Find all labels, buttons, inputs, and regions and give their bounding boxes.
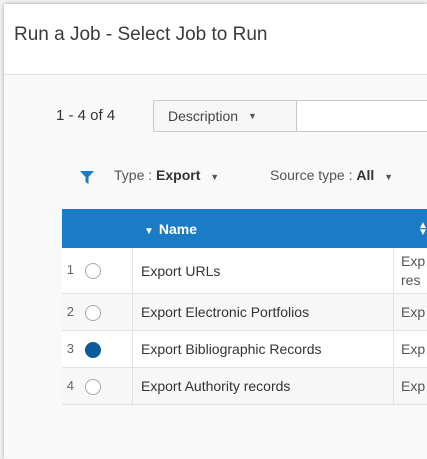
search-field-dropdown[interactable]: Description ▼ xyxy=(153,100,297,132)
row-number: 3 xyxy=(66,341,74,356)
search-field-label: Description xyxy=(168,108,239,124)
job-name: Export Electronic Portfolios xyxy=(141,304,310,320)
table-row[interactable]: 2 Export Electronic Portfolios Exp xyxy=(62,294,427,331)
job-name: Export Bibliographic Records xyxy=(141,341,322,357)
chevron-down-icon: ▼ xyxy=(384,172,394,182)
page-title: Run a Job - Select Job to Run xyxy=(14,24,268,45)
facet-source-type[interactable]: Source type : All ▼ xyxy=(270,167,393,183)
job-name: Export URLs xyxy=(141,263,221,279)
facet-type-label: Type xyxy=(114,167,145,183)
sort-icon[interactable]: ▲ ▼ xyxy=(418,221,427,238)
facet-type[interactable]: Type : Export ▼ xyxy=(114,167,219,183)
run-job-panel: Run a Job - Select Job to Run 1 - 4 of 4… xyxy=(4,4,427,459)
page-header: Run a Job - Select Job to Run xyxy=(4,4,427,75)
table-row[interactable]: 3 Export Bibliographic Records Exp xyxy=(62,331,427,368)
job-description: Exp xyxy=(401,378,426,394)
table-row[interactable]: 1 Export URLs Exp res xyxy=(62,248,427,294)
table-row[interactable]: 4 Export Authority records Exp xyxy=(62,368,427,405)
filter-icon[interactable] xyxy=(80,171,94,184)
search-input[interactable] xyxy=(297,100,427,132)
chevron-down-icon: ▼ xyxy=(248,111,257,121)
row-radio-selected[interactable] xyxy=(85,342,101,358)
job-description-line: res xyxy=(401,272,421,288)
row-number: 1 xyxy=(66,262,74,277)
facet-source-label: Source type xyxy=(270,167,345,183)
job-description-line: Exp xyxy=(401,253,426,269)
table-header: ▼ Name ▲ ▼ xyxy=(62,209,427,248)
row-radio[interactable] xyxy=(85,379,101,395)
job-name: Export Authority records xyxy=(141,378,291,394)
facet-source-value: All xyxy=(356,167,375,183)
jobs-table: ▼ Name ▲ ▼ 1 Export URLs Exp res 2 Export E… xyxy=(62,209,427,405)
row-number: 4 xyxy=(66,378,74,393)
sort-desc-icon: ▼ xyxy=(144,226,154,237)
column-header-name[interactable]: ▼ Name xyxy=(144,221,197,237)
row-number: 2 xyxy=(66,304,74,319)
job-description: Exp xyxy=(401,304,426,320)
job-description: Exp res xyxy=(401,252,425,290)
column-header-name-label: Name xyxy=(158,221,198,237)
row-radio[interactable] xyxy=(85,305,101,321)
job-description: Exp xyxy=(401,341,426,357)
results-counter: 1 - 4 of 4 xyxy=(56,107,116,124)
row-radio[interactable] xyxy=(85,263,101,279)
chevron-down-icon: ▼ xyxy=(210,172,220,182)
facet-type-value: Export xyxy=(156,167,201,183)
